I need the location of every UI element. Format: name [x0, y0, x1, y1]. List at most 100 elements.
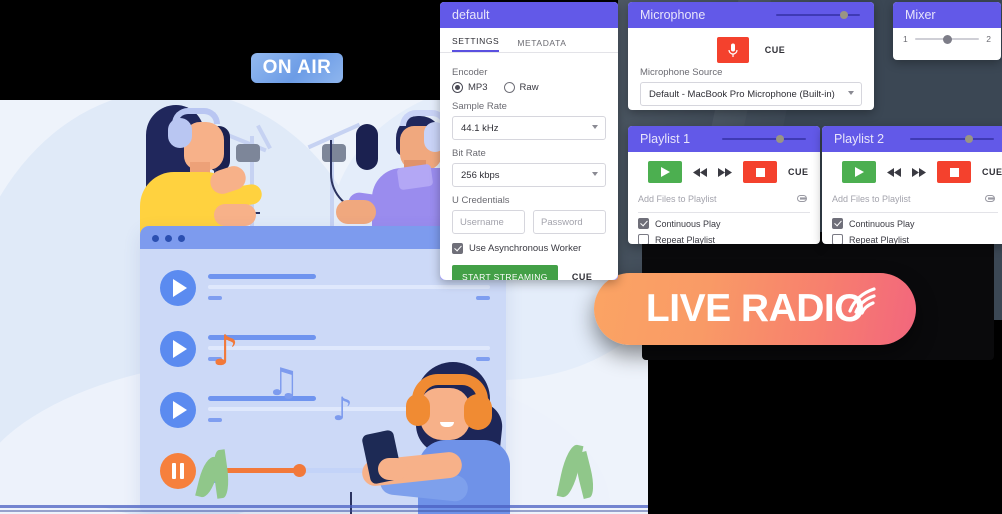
username-field[interactable]: Username [452, 210, 525, 234]
checkbox-checked-icon [638, 218, 649, 229]
playlist-1-repeat-label: Repeat Playlist [655, 234, 716, 245]
playlist-2-header: Playlist 2 [822, 126, 1002, 152]
microphone-source-label: Microphone Source [640, 67, 723, 78]
listener-hand [378, 458, 408, 480]
playlist-2-repeat-label: Repeat Playlist [849, 234, 910, 245]
mixer-max-label: 2 [986, 34, 991, 44]
mixer-slider[interactable] [914, 34, 980, 44]
microphone-panel-title: Microphone [640, 8, 706, 22]
settings-cue-button[interactable]: CUE [572, 272, 593, 280]
playlist-1-volume-slider[interactable] [722, 133, 806, 145]
playlist-2-transport: CUE [822, 152, 1002, 183]
screenshot-root: ♪ ♫ ♪ ON AIR default SETTINGS METADATA E… [0, 0, 1002, 514]
radio-mp3-label: MP3 [468, 82, 488, 93]
async-worker-label: Use Asynchronous Worker [469, 243, 582, 254]
start-streaming-button[interactable]: START STREAMING [452, 265, 558, 280]
mixer-panel: Mixer 1 2 [893, 2, 1001, 60]
credentials-row: Username Password [452, 210, 606, 234]
sample-rate-select[interactable]: 44.1 kHz [452, 116, 606, 140]
music-note-icon: ♫ [266, 360, 301, 404]
floor-line-2 [0, 510, 648, 512]
play-icon[interactable] [842, 161, 876, 183]
settings-tabs: SETTINGS METADATA [440, 28, 618, 53]
playlist-1-header: Playlist 1 [628, 126, 820, 152]
password-field[interactable]: Password [533, 210, 606, 234]
playlist-1-title: Playlist 1 [640, 132, 691, 146]
window-dot [178, 235, 185, 242]
stop-icon[interactable] [937, 161, 971, 183]
window-dot [165, 235, 172, 242]
playlist-1-add-files-label: Add Files to Playlist [638, 194, 717, 204]
on-air-label: ON AIR [262, 57, 332, 78]
microphone-source-value: Default - MacBook Pro Microphone (Built-… [649, 88, 835, 100]
mixer-panel-header: Mixer [893, 2, 1001, 28]
play-icon [160, 392, 196, 428]
music-note-icon: ♪ [212, 326, 239, 375]
microphone-source-select[interactable]: Default - MacBook Pro Microphone (Built-… [640, 82, 862, 106]
playlist-1-continuous-play[interactable]: Continuous Play [638, 218, 820, 229]
microphone-cue-button[interactable]: CUE [765, 45, 786, 55]
playlist-2-cue-button[interactable]: CUE [982, 167, 1002, 177]
encoder-radio-group: MP3 Raw [452, 82, 606, 93]
chevron-down-icon [592, 172, 598, 176]
radio-raw[interactable]: Raw [503, 82, 539, 93]
bit-rate-select[interactable]: 256 kbps [452, 163, 606, 187]
bit-rate-value: 256 kbps [461, 169, 500, 181]
playlist-2-volume-slider[interactable] [910, 133, 994, 145]
checkbox-checked-icon [832, 218, 843, 229]
playlist-2-continuous-play[interactable]: Continuous Play [832, 218, 1002, 229]
encoder-label: Encoder [452, 67, 488, 78]
playlist-1-transport: CUE [628, 152, 820, 183]
tab-metadata[interactable]: METADATA [517, 38, 566, 52]
playlist-2-add-files-label: Add Files to Playlist [832, 194, 911, 204]
man-collar [396, 163, 434, 191]
stop-icon[interactable] [743, 161, 777, 183]
playlist-2-panel: Playlist 2 CUE Add Files to Playlist Con… [822, 126, 1002, 244]
playlist-2-add-files[interactable]: Add Files to Playlist [832, 190, 998, 213]
window-dot [152, 235, 159, 242]
rewind-icon[interactable] [693, 167, 707, 177]
floor-line [0, 505, 648, 508]
radio-mp3[interactable]: MP3 [452, 82, 488, 93]
rewind-icon[interactable] [887, 167, 901, 177]
play-icon[interactable] [648, 161, 682, 183]
settings-panel-header: default [440, 2, 618, 28]
playlist-1-repeat-playlist[interactable]: Repeat Playlist [638, 234, 820, 244]
playlist-1-panel: Playlist 1 CUE Add Files to Playlist Con… [628, 126, 820, 244]
playlist-1-cue-button[interactable]: CUE [788, 167, 809, 177]
paperclip-icon[interactable] [797, 190, 810, 208]
async-worker-checkbox[interactable]: Use Asynchronous Worker [452, 243, 606, 254]
on-air-badge: ON AIR [251, 53, 343, 83]
listener-headphone-cup-2 [464, 394, 492, 430]
playlist-2-repeat-playlist[interactable]: Repeat Playlist [832, 234, 1002, 244]
man-hand [336, 200, 376, 224]
paperclip-icon[interactable] [985, 190, 998, 208]
chevron-down-icon [592, 125, 598, 129]
microphone-volume-slider[interactable] [776, 9, 860, 21]
playlist-1-add-files[interactable]: Add Files to Playlist [638, 190, 810, 213]
fast-forward-icon[interactable] [718, 167, 732, 177]
chevron-down-icon [848, 91, 854, 95]
tab-settings[interactable]: SETTINGS [452, 36, 500, 52]
checkbox-checked-icon [452, 243, 463, 254]
settings-panel: default SETTINGS METADATA Encoder MP3 Ra… [440, 2, 618, 280]
microphone-panel-header: Microphone [628, 2, 874, 28]
checkbox-unchecked-icon [832, 234, 843, 244]
microphone-icon[interactable] [716, 37, 749, 63]
listener-headphone-cup [406, 394, 430, 426]
music-note-icon: ♪ [332, 390, 353, 428]
bit-rate-label: Bit Rate [452, 148, 486, 159]
sample-rate-label: Sample Rate [452, 101, 507, 112]
fast-forward-icon[interactable] [912, 167, 926, 177]
sample-rate-value: 44.1 kHz [461, 122, 499, 134]
woman-headphone-cup [168, 118, 192, 148]
settings-panel-title: default [452, 8, 490, 22]
woman-hand-2 [214, 204, 256, 226]
mixer-min-label: 1 [903, 34, 908, 44]
radio-unselected-icon [503, 82, 515, 93]
mixer-crossfader[interactable]: 1 2 [893, 28, 1001, 44]
play-icon [160, 331, 196, 367]
microphone-controls: CUE [628, 37, 874, 63]
live-radio-label: LIVE RADIO [645, 287, 865, 330]
play-icon [160, 270, 196, 306]
